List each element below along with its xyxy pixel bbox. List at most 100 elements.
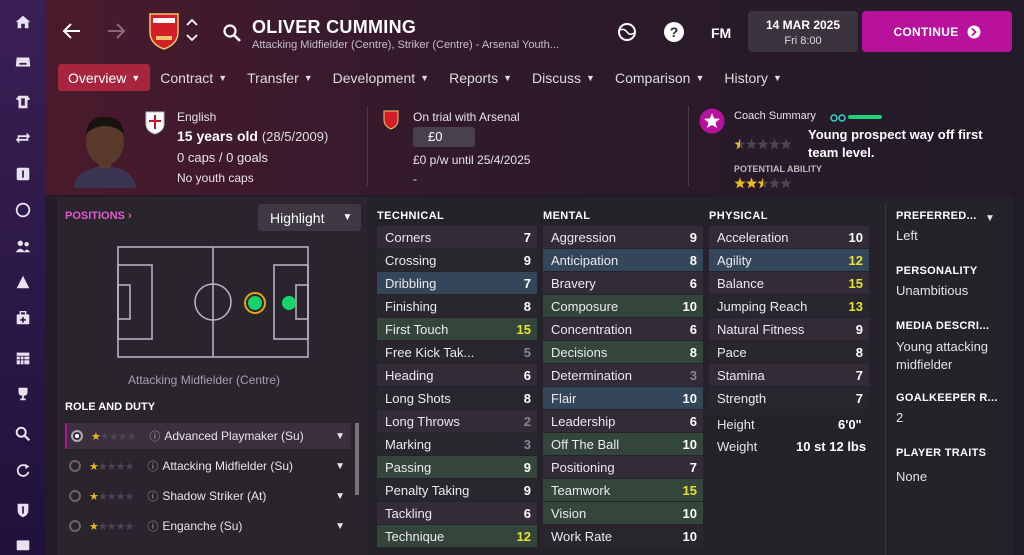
home-icon[interactable] (13, 12, 33, 32)
attribute-row[interactable]: Free Kick Tak... 5 (377, 341, 537, 363)
forward-arrow-icon[interactable] (106, 22, 126, 40)
date-box[interactable]: 14 MAR 2025 Fri 8:00 (748, 11, 858, 52)
info-icon[interactable]: ⓘ (147, 458, 158, 474)
tab-reports[interactable]: Reports ▼ (439, 64, 522, 91)
attribute-row[interactable]: Balance 15 (709, 272, 869, 294)
fm-menu[interactable]: FM (711, 25, 731, 41)
chevron-down-icon[interactable]: ▼ (985, 213, 995, 224)
info-icon[interactable]: ⓘ (149, 428, 160, 444)
radio-selected[interactable] (71, 430, 83, 442)
world-icon[interactable] (616, 21, 638, 43)
attribute-row[interactable]: Tackling 6 (377, 502, 537, 524)
back-arrow-icon[interactable] (62, 22, 82, 40)
attribute-value: 7 (523, 275, 531, 291)
attribute-row[interactable]: Natural Fitness 9 (709, 318, 869, 340)
svg-text:?: ? (670, 24, 679, 40)
attribute-row[interactable]: Crossing 9 (377, 249, 537, 271)
finances-icon[interactable] (13, 534, 33, 554)
attribute-row[interactable]: Composure 10 (543, 295, 703, 317)
attribute-row[interactable]: Stamina 7 (709, 364, 869, 386)
help-icon[interactable]: ? (663, 21, 685, 43)
trophy-icon[interactable] (13, 384, 33, 404)
staff-icon[interactable] (13, 236, 33, 256)
chevron-up-icon[interactable] (186, 18, 198, 26)
search-icon[interactable] (13, 424, 33, 444)
attribute-row[interactable]: Vision 10 (543, 502, 703, 524)
continue-button[interactable]: CONTINUE (862, 11, 1012, 52)
attribute-row[interactable]: Determination 3 (543, 364, 703, 386)
attribute-row[interactable]: Dribbling 7 (377, 272, 537, 294)
attribute-value: 7 (855, 390, 863, 406)
player-search-icon[interactable] (222, 23, 242, 43)
attribute-row[interactable]: Concentration 6 (543, 318, 703, 340)
attribute-row[interactable]: Jumping Reach 13 (709, 295, 869, 317)
attribute-row[interactable]: Long Throws 2 (377, 410, 537, 432)
attribute-row[interactable]: Off The Ball 10 (543, 433, 703, 455)
attribute-row[interactable]: Anticipation 8 (543, 249, 703, 271)
attribute-row[interactable]: Teamwork 15 (543, 479, 703, 501)
radio-button[interactable] (69, 460, 81, 472)
competition-icon[interactable] (13, 200, 33, 220)
attribute-value: 12 (848, 252, 863, 268)
chevron-down-icon[interactable]: ▼ (335, 521, 345, 532)
chevron-down-icon[interactable]: ▼ (335, 461, 345, 472)
chevron-down-icon[interactable] (186, 34, 198, 42)
attribute-row[interactable]: Penalty Taking 9 (377, 479, 537, 501)
attribute-row[interactable]: Work Rate 10 (543, 525, 703, 547)
highlight-dropdown[interactable]: Highlight ▼ (258, 204, 361, 231)
attribute-row[interactable]: Corners 7 (377, 226, 537, 248)
attribute-row[interactable]: Pace 8 (709, 341, 869, 363)
attribute-row[interactable]: Bravery 6 (543, 272, 703, 294)
attribute-row[interactable]: Flair 10 (543, 387, 703, 409)
club-icon[interactable] (13, 500, 33, 520)
chevron-down-icon[interactable]: ▼ (335, 431, 345, 442)
attribute-row[interactable]: Finishing 8 (377, 295, 537, 317)
attribute-row[interactable]: Aggression 9 (543, 226, 703, 248)
attribute-row[interactable]: Positioning 7 (543, 456, 703, 478)
attribute-row[interactable]: Long Shots 8 (377, 387, 537, 409)
role-row[interactable]: ★★★★★ ⓘ Advanced Playmaker (Su) ▼ (65, 423, 351, 449)
tab-development[interactable]: Development ▼ (323, 64, 439, 91)
info-icon[interactable]: ⓘ (147, 488, 158, 504)
refresh-icon[interactable] (13, 460, 33, 480)
positions-link[interactable]: POSITIONS › (65, 210, 132, 222)
scouting-icon[interactable] (13, 164, 33, 184)
medical-icon[interactable] (13, 308, 33, 328)
technical-title: TECHNICAL (377, 210, 445, 222)
role-row[interactable]: ★★★★★ ⓘ Shadow Striker (At) ▼ (65, 483, 351, 509)
attribute-row[interactable]: Decisions 8 (543, 341, 703, 363)
tab-discuss[interactable]: Discuss ▼ (522, 64, 605, 91)
attribute-row[interactable]: Leadership 6 (543, 410, 703, 432)
rating-star (769, 138, 780, 150)
attribute-row[interactable]: Acceleration 10 (709, 226, 869, 248)
weight-value: 10 st 12 lbs (796, 439, 867, 454)
attribute-row[interactable]: Technique 12 (377, 525, 537, 547)
tab-history[interactable]: History ▼ (714, 64, 791, 91)
radio-button[interactable] (69, 520, 81, 532)
attribute-row[interactable]: Passing 9 (377, 456, 537, 478)
inbox-icon[interactable] (13, 52, 33, 72)
transfers-icon[interactable] (13, 128, 33, 148)
attribute-row[interactable]: First Touch 15 (377, 318, 537, 340)
chevron-down-icon: ▼ (303, 72, 313, 83)
role-name: Enganche (Su) (162, 519, 243, 533)
attribute-row[interactable]: Marking 3 (377, 433, 537, 455)
tab-contract[interactable]: Contract ▼ (150, 64, 237, 91)
tab-transfer[interactable]: Transfer ▼ (237, 64, 323, 91)
role-row[interactable]: ★★★★★ ⓘ Enganche (Su) ▼ (65, 513, 351, 539)
squad-icon[interactable] (13, 92, 33, 112)
attribute-row[interactable]: Strength 7 (709, 387, 869, 409)
roles-scrollbar[interactable] (355, 423, 359, 495)
tab-overview[interactable]: Overview ▼ (58, 64, 151, 91)
info-icon[interactable]: ⓘ (147, 518, 158, 534)
contract-value[interactable]: £0 (413, 127, 475, 147)
chevron-down-icon[interactable]: ▼ (335, 491, 345, 502)
attribute-row[interactable]: Heading 6 (377, 364, 537, 386)
sidebar (0, 0, 46, 555)
role-row[interactable]: ★★★★★ ⓘ Attacking Midfielder (Su) ▼ (65, 453, 351, 479)
radio-button[interactable] (69, 490, 81, 502)
tactics-icon[interactable] (13, 272, 33, 292)
schedule-icon[interactable] (13, 348, 33, 368)
attribute-row[interactable]: Agility 12 (709, 249, 869, 271)
tab-comparison[interactable]: Comparison ▼ (605, 64, 714, 91)
